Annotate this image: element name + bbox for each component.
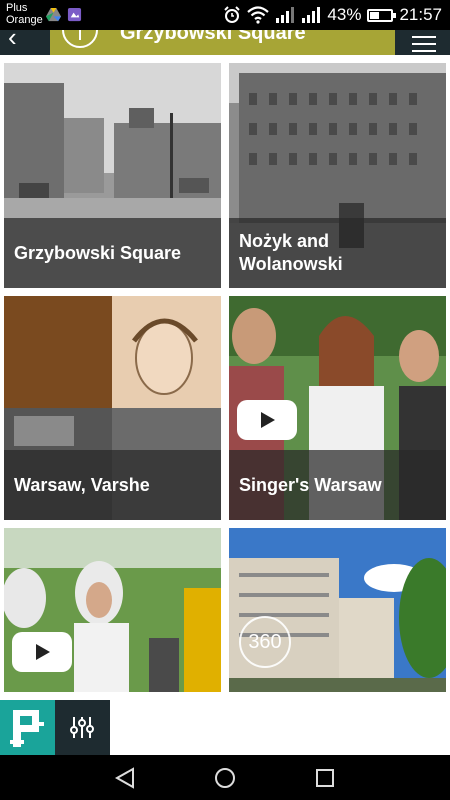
tile-title-line2: Wolanowski bbox=[239, 254, 343, 274]
gallery-icon bbox=[67, 7, 82, 22]
360-badge[interactable]: 360 bbox=[239, 616, 291, 668]
tile-panorama-360[interactable]: 360 bbox=[229, 528, 446, 692]
battery-icon bbox=[367, 8, 397, 22]
hamburger-menu-icon[interactable] bbox=[412, 36, 436, 55]
tile-warsaw-varshe[interactable]: Warsaw, Varshe bbox=[4, 296, 221, 520]
back-arrow-icon[interactable]: ‹ bbox=[8, 30, 17, 53]
header-title-block[interactable]: Grzybowski Square bbox=[50, 30, 395, 55]
carrier-label: Plus Orange bbox=[6, 2, 43, 26]
wifi-icon bbox=[247, 6, 270, 24]
triangle-back-icon[interactable] bbox=[113, 766, 137, 790]
tile-caption: Singer's Warsaw bbox=[229, 450, 446, 520]
signal-icon-1 bbox=[276, 7, 295, 23]
battery-percent: 43% bbox=[327, 5, 362, 24]
tile-title: Grzybowski Square bbox=[14, 242, 182, 263]
tile-title: Singer's Warsaw bbox=[239, 474, 382, 495]
play-icon[interactable] bbox=[237, 400, 297, 440]
drive-icon bbox=[46, 7, 61, 22]
tile-grzybowski-square[interactable]: Grzybowski Square bbox=[4, 63, 221, 288]
notification-icons bbox=[46, 7, 82, 22]
status-right: 43% 21:57 bbox=[223, 5, 442, 25]
app-screen: Plus Orange 43% 21:57 ‹ Grzybowski Squar… bbox=[0, 0, 450, 800]
sliders-filter-icon[interactable] bbox=[55, 700, 110, 755]
tile-caption: Nożyk and Wolanowski bbox=[229, 218, 446, 288]
clock: 21:57 bbox=[399, 5, 442, 24]
status-bar: Plus Orange 43% 21:57 bbox=[0, 0, 450, 30]
page-title: Grzybowski Square bbox=[120, 30, 306, 44]
tile-title: Warsaw, Varshe bbox=[14, 474, 150, 495]
tile-caption: Warsaw, Varshe bbox=[4, 450, 221, 520]
system-nav-bar bbox=[0, 755, 450, 800]
square-recent-icon[interactable] bbox=[313, 766, 337, 790]
carrier-line2: Orange bbox=[6, 14, 43, 26]
tile-nozyk-wolanowski[interactable]: Nożyk and Wolanowski bbox=[229, 63, 446, 288]
bottom-toolbar bbox=[0, 700, 110, 755]
alarm-icon bbox=[224, 6, 241, 23]
tile-video-singers[interactable] bbox=[4, 528, 221, 692]
play-icon[interactable] bbox=[12, 632, 72, 672]
app-header: ‹ Grzybowski Square bbox=[0, 30, 450, 55]
app-logo-icon[interactable] bbox=[0, 700, 55, 755]
tile-caption: Grzybowski Square bbox=[4, 218, 221, 288]
carrier-line1: Plus bbox=[6, 2, 28, 14]
info-icon[interactable] bbox=[62, 30, 98, 48]
tile-title-line1: Nożyk and bbox=[239, 231, 330, 251]
tile-singers-warsaw[interactable]: Singer's Warsaw bbox=[229, 296, 446, 520]
circle-home-icon[interactable] bbox=[213, 766, 237, 790]
signal-icon-2 bbox=[302, 7, 321, 23]
